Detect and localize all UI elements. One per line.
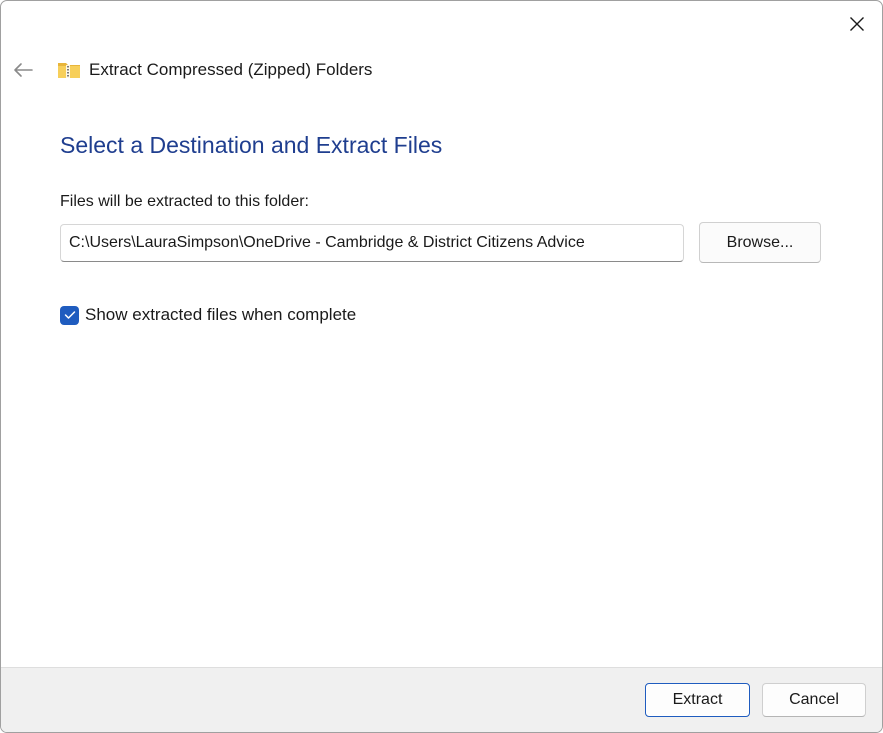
destination-label: Files will be extracted to this folder: xyxy=(60,193,309,210)
back-button[interactable] xyxy=(7,56,39,84)
zip-folder-icon xyxy=(58,63,80,78)
cancel-button[interactable]: Cancel xyxy=(762,683,866,717)
window-title: Extract Compressed (Zipped) Folders xyxy=(89,60,373,79)
extract-button[interactable]: Extract xyxy=(645,683,750,717)
extract-dialog: Extract Compressed (Zipped) Folders Sele… xyxy=(0,0,883,733)
page-heading: Select a Destination and Extract Files xyxy=(60,132,443,158)
close-button[interactable] xyxy=(834,5,880,43)
browse-button[interactable]: Browse... xyxy=(699,222,821,263)
show-files-checkbox-row[interactable]: Show extracted files when complete xyxy=(60,304,356,326)
close-icon xyxy=(850,17,864,31)
show-files-checkbox[interactable] xyxy=(60,305,79,325)
show-files-label: Show extracted files when complete xyxy=(85,305,357,324)
back-arrow-icon xyxy=(14,63,33,77)
destination-path-input[interactable] xyxy=(60,224,684,262)
checkmark-icon xyxy=(64,311,75,319)
